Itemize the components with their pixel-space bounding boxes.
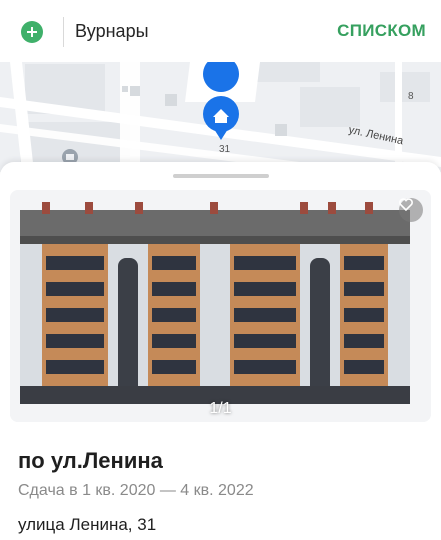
list-view-button[interactable]: СПИСКОМ xyxy=(337,21,426,41)
heart-icon xyxy=(399,198,413,211)
map-canvas xyxy=(0,62,441,172)
listing-sheet: 1/1 по ул.Ленина Сдача в 1 кв. 2020 — 4 … xyxy=(0,162,441,540)
header-divider xyxy=(63,17,64,47)
add-button[interactable] xyxy=(21,21,43,43)
completion-dates: Сдача в 1 кв. 2020 — 4 кв. 2022 xyxy=(18,482,254,499)
sheet-grabber[interactable] xyxy=(173,174,269,178)
listing-photo[interactable]: 1/1 xyxy=(10,190,431,422)
map-house-number: 31 xyxy=(219,144,231,155)
listing-title[interactable]: по ул.Ленина xyxy=(18,448,163,474)
building-facade-image xyxy=(10,190,431,422)
map-house-number-secondary: 8 xyxy=(408,91,414,102)
top-bar: Вурнары СПИСКОМ xyxy=(0,0,441,62)
photo-counter: 1/1 xyxy=(209,400,232,417)
city-selector[interactable]: Вурнары xyxy=(75,21,149,42)
map-view[interactable] xyxy=(0,62,441,172)
favorite-button[interactable] xyxy=(399,198,423,222)
listing-address: улица Ленина, 31 xyxy=(18,515,157,534)
plus-circle-icon xyxy=(27,27,37,37)
